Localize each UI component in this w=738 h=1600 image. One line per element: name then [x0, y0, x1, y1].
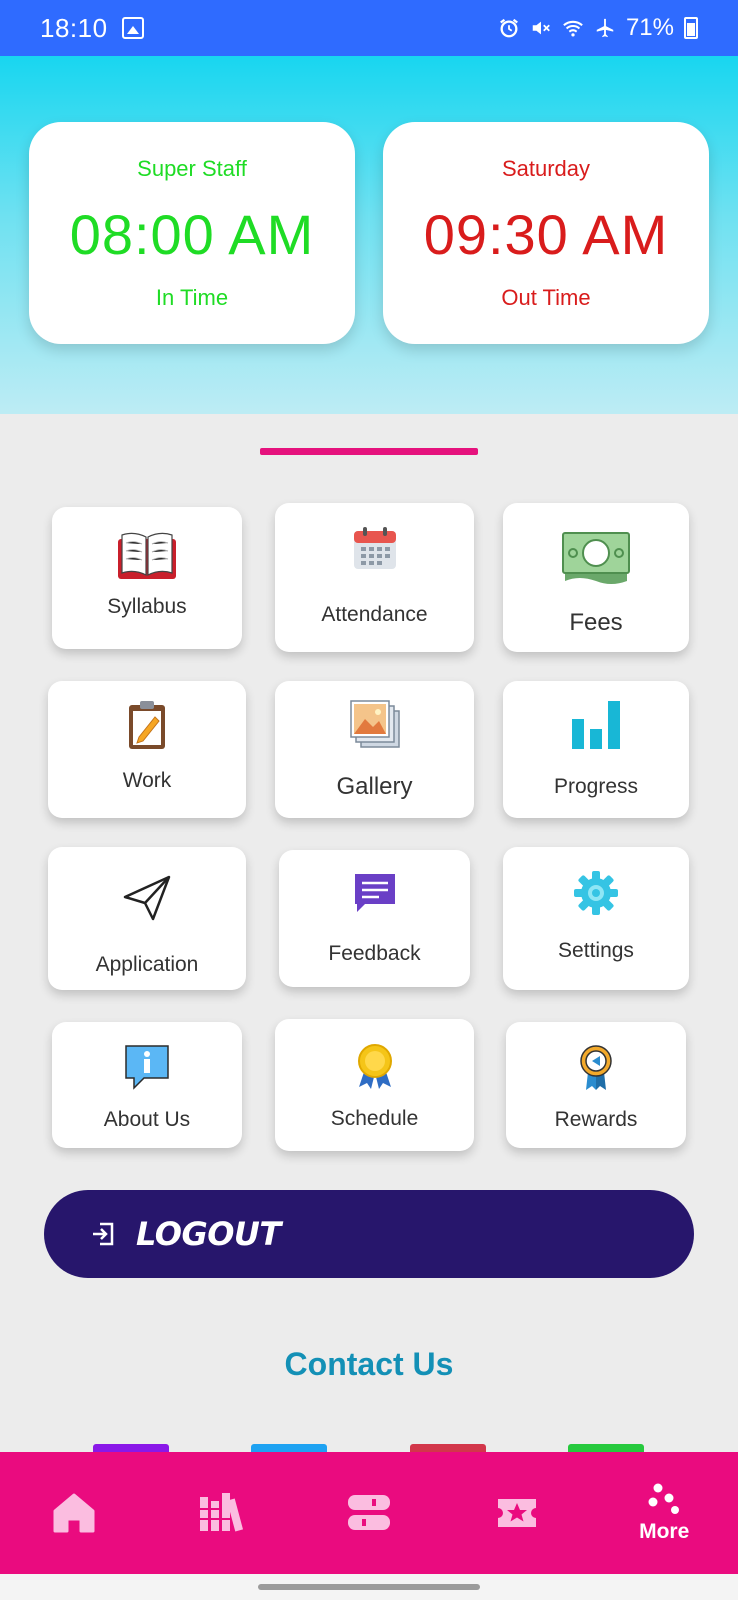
- tile-application[interactable]: Application: [48, 847, 246, 990]
- nav-library[interactable]: [148, 1452, 296, 1574]
- nav-more-label: More: [639, 1520, 690, 1543]
- status-icons: 71%: [498, 14, 698, 42]
- header-panel: Super Staff 08:00 AM In Time Saturday 09…: [0, 56, 738, 414]
- gallery-icon: [349, 700, 400, 748]
- out-time-card: Saturday 09:30 AM Out Time: [383, 122, 709, 344]
- tile-schedule[interactable]: Schedule: [275, 1019, 474, 1151]
- tile-label: Schedule: [330, 1107, 419, 1130]
- tile-syllabus[interactable]: Syllabus: [52, 507, 242, 649]
- home-icon: [53, 1493, 95, 1533]
- info-icon: [125, 1045, 169, 1090]
- paper-plane-icon: [123, 875, 171, 921]
- tile-label: Fees: [569, 609, 623, 636]
- nav-dashboard[interactable]: [295, 1452, 443, 1574]
- tile-label: Rewards: [554, 1108, 638, 1131]
- tile-label: Progress: [553, 775, 639, 798]
- money-icon: [562, 532, 630, 584]
- in-card-caption: In Time: [155, 285, 229, 310]
- tile-label: Settings: [558, 939, 634, 962]
- battery-icon: [684, 17, 698, 39]
- tile-gallery[interactable]: Gallery: [275, 681, 474, 818]
- tile-label: Work: [122, 769, 172, 792]
- in-card-title: Super Staff: [137, 156, 247, 181]
- status-bar: 18:10 71%: [0, 0, 738, 56]
- gesture-handle[interactable]: [258, 1584, 480, 1590]
- logout-button[interactable]: LOGOUT: [44, 1190, 694, 1278]
- nav-events[interactable]: [443, 1452, 591, 1574]
- in-time-card: Super Staff 08:00 AM In Time: [29, 122, 355, 344]
- tile-attendance[interactable]: Attendance: [275, 503, 474, 652]
- tile-fees[interactable]: Fees: [503, 503, 689, 652]
- image-notification-icon: [121, 17, 144, 39]
- in-card-time: 08:00 AM: [69, 203, 315, 266]
- nav-home[interactable]: [0, 1452, 148, 1574]
- dashboard-icon: [347, 1495, 390, 1530]
- award-icon: [580, 1045, 612, 1090]
- airplane-icon: [596, 18, 614, 38]
- tile-label: Attendance: [321, 603, 428, 626]
- chat-icon: [354, 874, 395, 912]
- out-card-caption: Out Time: [501, 285, 591, 310]
- tile-work[interactable]: Work: [48, 681, 246, 818]
- tile-progress[interactable]: Progress: [503, 681, 689, 818]
- out-card-title: Saturday: [501, 156, 591, 181]
- tile-feedback[interactable]: Feedback: [279, 850, 470, 987]
- tile-rewards[interactable]: Rewards: [506, 1022, 686, 1148]
- clipboard-icon: [129, 701, 165, 749]
- gear-icon: [574, 871, 618, 915]
- tile-settings[interactable]: Settings: [503, 847, 689, 990]
- tile-label: Gallery: [336, 773, 413, 800]
- bar-chart-icon: [572, 701, 620, 749]
- nav-more[interactable]: More: [590, 1452, 738, 1574]
- book-icon: [118, 532, 176, 579]
- alarm-icon: [500, 18, 518, 38]
- contact-us-title: Contact Us: [284, 1346, 454, 1382]
- tile-label: About Us: [103, 1108, 191, 1131]
- logout-label: LOGOUT: [136, 1215, 281, 1253]
- bottom-nav: More: [0, 1452, 738, 1574]
- mute-icon: [532, 21, 550, 35]
- ticket-star-icon: [497, 1499, 536, 1527]
- section-divider: [260, 448, 478, 455]
- tile-label: Application: [95, 953, 199, 976]
- calendar-icon: [353, 527, 396, 569]
- medal-icon: [357, 1044, 392, 1089]
- out-card-time: 09:30 AM: [423, 203, 669, 266]
- tile-label: Syllabus: [107, 595, 187, 618]
- battery-percent: 71%: [625, 14, 674, 41]
- library-icon: [200, 1493, 244, 1532]
- tile-label: Feedback: [328, 942, 421, 965]
- logout-icon: [93, 1222, 114, 1246]
- more-dots-icon: [648, 1483, 680, 1514]
- status-time: 18:10: [40, 12, 108, 43]
- wifi-icon: [563, 20, 583, 37]
- tile-about-us[interactable]: About Us: [52, 1022, 242, 1148]
